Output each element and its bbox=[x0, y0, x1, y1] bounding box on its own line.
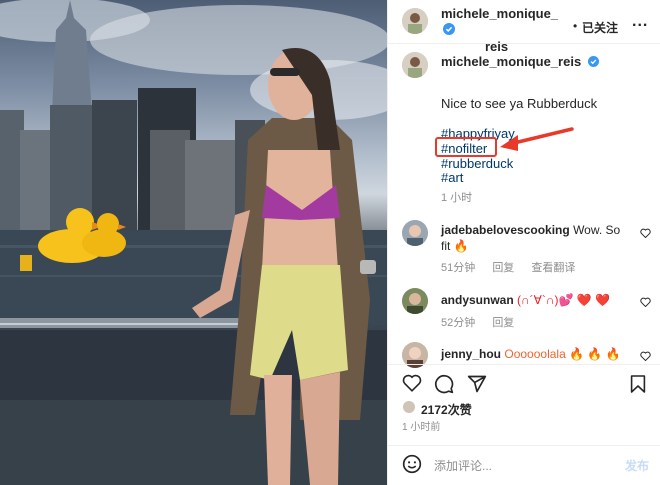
caption-avatar[interactable] bbox=[402, 52, 428, 78]
post-panel: michele_monique_ reis • 已关注 ... michele_… bbox=[387, 0, 660, 485]
author-username[interactable]: michele_monique_ reis bbox=[441, 6, 558, 55]
post-button[interactable]: 发布 bbox=[625, 457, 649, 474]
share-icon[interactable] bbox=[467, 374, 487, 394]
caption-text: Nice to see ya Rubberduck bbox=[441, 96, 598, 111]
header-separator: • bbox=[573, 19, 578, 33]
comment-text: (∩´∀`∩)💕 ❤️ ❤️ bbox=[517, 293, 610, 307]
comment-username[interactable]: jadebabelovescooking bbox=[441, 223, 570, 237]
post-photo[interactable] bbox=[0, 0, 387, 485]
comment-username[interactable]: andysunwan bbox=[441, 293, 514, 307]
caption-username-text[interactable]: michele_monique_reis bbox=[441, 54, 581, 69]
caption-time: 1 小时 bbox=[441, 192, 473, 204]
comment-input[interactable]: 添加评论... bbox=[434, 457, 492, 474]
heart-icon[interactable] bbox=[640, 297, 651, 307]
reply-button[interactable]: 回复 bbox=[492, 317, 514, 329]
emoji-icon[interactable] bbox=[402, 454, 422, 474]
comment-andysunwan: andysunwan (∩´∀`∩)💕 ❤️ ❤️ bbox=[441, 292, 631, 308]
more-icon[interactable]: ... bbox=[632, 13, 648, 31]
annotation-arrow bbox=[500, 127, 574, 151]
actions-divider bbox=[388, 364, 660, 365]
comment-avatar-jadebabelovescooking[interactable] bbox=[402, 220, 428, 246]
heart-icon[interactable] bbox=[402, 374, 422, 392]
likes-count[interactable]: 2172次赞 bbox=[421, 401, 472, 418]
hashtag-art[interactable]: #art bbox=[441, 170, 463, 186]
comment-icon[interactable] bbox=[434, 374, 454, 394]
following-button[interactable]: 已关注 bbox=[582, 19, 618, 36]
post-actions bbox=[388, 370, 660, 396]
comment-jadebabelovescooking: jadebabelovescooking Wow. So fit 🔥 bbox=[441, 222, 631, 254]
comment-time: 51分钟 bbox=[441, 262, 476, 274]
bookmark-icon[interactable] bbox=[630, 374, 646, 394]
comment-avatar-andysunwan[interactable] bbox=[402, 288, 428, 314]
translate-button[interactable]: 查看翻译 bbox=[531, 262, 575, 274]
reply-button[interactable]: 回复 bbox=[492, 262, 514, 274]
heart-icon[interactable] bbox=[640, 228, 651, 238]
comment-text: Wow. So bbox=[573, 223, 621, 237]
author-username-line2[interactable]: reis bbox=[485, 39, 508, 54]
caption-username[interactable]: michele_monique_reis bbox=[441, 54, 599, 70]
nofilter-highlight-box bbox=[435, 137, 497, 157]
author-avatar[interactable] bbox=[402, 8, 428, 34]
post-header: michele_monique_ reis • 已关注 ... bbox=[388, 0, 660, 54]
comment-meta: 51分钟 回复 查看翻译 bbox=[441, 259, 589, 275]
comment-meta: 52分钟 回复 bbox=[441, 314, 528, 330]
comment-username[interactable]: jenny_hou bbox=[441, 347, 501, 361]
comment-jenny_hou: jenny_hou Oooooolala 🔥 🔥 🔥 bbox=[441, 346, 631, 362]
posted-time: 1 小时前 bbox=[402, 422, 441, 433]
comment-time: 52分钟 bbox=[441, 317, 476, 329]
comment-bar: 添加评论... 发布 bbox=[388, 446, 660, 485]
heart-icon[interactable] bbox=[640, 351, 651, 361]
verified-badge-icon bbox=[587, 55, 599, 70]
verified-badge-icon bbox=[443, 23, 455, 39]
author-username-line1[interactable]: michele_monique_ bbox=[441, 6, 558, 21]
likes-avatar[interactable] bbox=[402, 400, 416, 414]
comment-text: Oooooolala 🔥 🔥 🔥 bbox=[504, 347, 621, 361]
comment-text-line2: fit 🔥 bbox=[441, 239, 469, 253]
photo-scene bbox=[0, 0, 387, 485]
